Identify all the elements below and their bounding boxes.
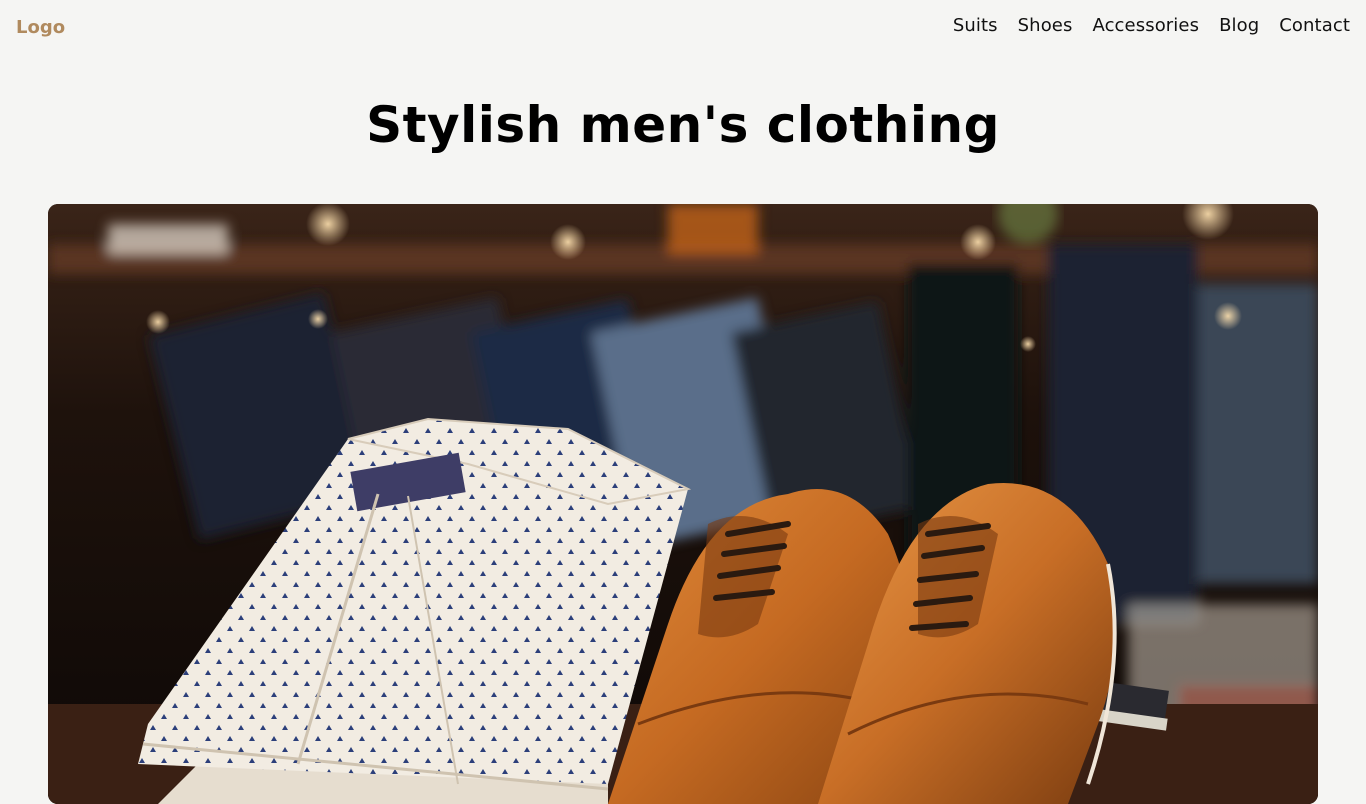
logo-link[interactable]: Logo bbox=[16, 17, 65, 38]
hero-image-illustration bbox=[48, 204, 1318, 804]
hero-image bbox=[48, 204, 1318, 804]
nav-item-shoes[interactable]: Shoes bbox=[1018, 15, 1073, 36]
nav-item-contact[interactable]: Contact bbox=[1279, 15, 1350, 36]
nav-item-accessories[interactable]: Accessories bbox=[1092, 15, 1199, 36]
page-title: Stylish men's clothing bbox=[366, 96, 1000, 154]
nav-item-suits[interactable]: Suits bbox=[953, 15, 998, 36]
site-header: Logo Suits Shoes Accessories Blog Contac… bbox=[0, 0, 1366, 56]
main-nav: Suits Shoes Accessories Blog Contact bbox=[953, 15, 1350, 36]
nav-item-blog[interactable]: Blog bbox=[1219, 15, 1259, 36]
